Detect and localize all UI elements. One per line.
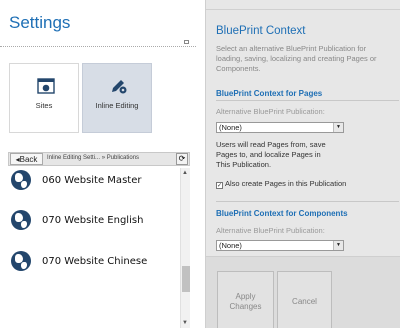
apply-changes-button[interactable]: Apply Changes [217, 271, 274, 328]
create-pages-checkbox-label: Also create Pages in this Publication [225, 179, 347, 188]
scroll-down-icon[interactable]: ▼ [182, 320, 188, 326]
components-section-heading: BluePrint Context for Components [216, 209, 348, 218]
globe-icon [11, 251, 31, 271]
pages-info-text: Users will read Pages from, save Pages t… [216, 140, 326, 169]
publication-list: 060 Website Master 070 Website English 0… [8, 168, 180, 328]
divider [216, 201, 399, 202]
sites-window-icon [37, 78, 55, 94]
sites-tile[interactable]: Sites [9, 63, 79, 133]
components-field-label: Alternative BluePrint Publication: [216, 226, 325, 235]
blueprint-context-panel: BluePrint Context Select an alternative … [205, 0, 400, 328]
back-button-label: Back [19, 155, 38, 164]
apply-button-line1: Apply [235, 292, 256, 301]
pages-publication-select[interactable]: (None) ▼ [216, 122, 344, 133]
list-item[interactable]: 070 Website English [8, 208, 180, 238]
list-item[interactable]: 070 Website Chinese [8, 249, 180, 279]
pencil-gear-icon [112, 80, 127, 94]
divider [206, 9, 400, 10]
pages-section-heading: BluePrint Context for Pages [216, 89, 323, 98]
sites-tile-label: Sites [35, 101, 53, 110]
divider [0, 46, 196, 47]
chevron-down-icon: ▼ [333, 123, 343, 132]
components-publication-select[interactable]: (None) ▼ [216, 240, 344, 251]
inline-editing-tile[interactable]: Inline Editing [82, 63, 152, 133]
divider [216, 100, 399, 101]
page-title: Settings [9, 13, 71, 32]
list-item-label: 070 Website Chinese [42, 256, 148, 267]
inline-editing-tile-label: Inline Editing [95, 101, 139, 110]
create-pages-checkbox-row[interactable]: ✓ Also create Pages in this Publication [216, 179, 346, 189]
create-pages-checkbox[interactable]: ✓ [216, 182, 223, 189]
back-button[interactable]: ◂Back [10, 153, 43, 165]
components-select-value: (None) [219, 241, 242, 250]
list-item-label: 060 Website Master [42, 175, 142, 186]
list-item-label: 070 Website English [42, 215, 144, 226]
panel-title: BluePrint Context [216, 25, 306, 37]
settings-panel: Settings Sites Inline Editing ◂Back Inli… [0, 0, 200, 328]
pages-field-label: Alternative BluePrint Publication: [216, 107, 325, 116]
navigation-bar: ◂Back Inline Editing Setti... » Publicat… [8, 152, 190, 166]
button-bar: Apply Changes Cancel [206, 256, 400, 328]
pin-icon[interactable] [184, 40, 189, 44]
apply-button-line2: Changes [229, 302, 262, 311]
refresh-icon[interactable]: ⟳ [176, 153, 188, 165]
cancel-button[interactable]: Cancel [277, 271, 332, 328]
scroll-up-icon[interactable]: ▲ [182, 170, 188, 176]
panel-description: Select an alternative BluePrint Publicat… [216, 44, 377, 73]
globe-icon [11, 210, 31, 230]
list-scrollbar[interactable]: ▲ ▼ [180, 168, 190, 328]
globe-icon [11, 170, 31, 190]
chevron-down-icon: ▼ [333, 241, 343, 250]
scrollbar-thumb[interactable] [182, 266, 190, 292]
breadcrumb[interactable]: Inline Editing Setti... » Publications [47, 155, 139, 161]
pages-select-value: (None) [219, 123, 242, 132]
list-item[interactable]: 060 Website Master [8, 168, 180, 198]
